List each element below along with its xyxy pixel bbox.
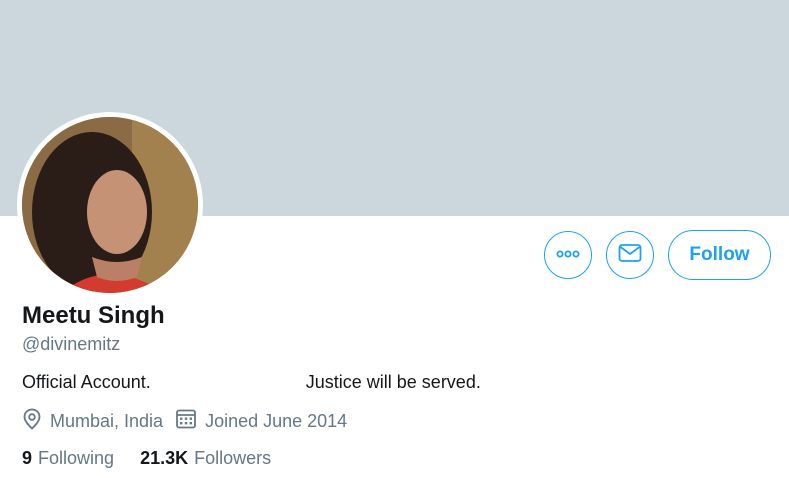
location-text: Mumbai, India: [50, 411, 164, 431]
more-icon: [556, 246, 580, 264]
profile-actions: Follow: [544, 230, 771, 280]
joined-text: Joined June 2014: [205, 411, 348, 431]
location-item: Mumbai, India: [22, 408, 163, 435]
more-button[interactable]: [544, 231, 592, 279]
profile-bio: Official Account. Justice will be served…: [22, 372, 481, 392]
following-link[interactable]: 9 Following: [22, 448, 114, 469]
calendar-icon: [175, 408, 205, 435]
profile-handle: @divinemitz: [22, 334, 121, 354]
following-count: 9: [22, 448, 33, 468]
avatar[interactable]: [17, 112, 203, 298]
profile-stats: 9 Following 21.3K Followers: [22, 448, 297, 469]
followers-count: 21.3K: [140, 448, 189, 468]
profile-name: Meetu Singh: [22, 302, 165, 329]
envelope-icon: [618, 243, 642, 268]
location-pin-icon: [22, 408, 50, 435]
joined-item: Joined June 2014: [175, 408, 347, 435]
following-label: Following: [38, 448, 115, 468]
avatar-photo: [22, 117, 198, 293]
message-button[interactable]: [606, 231, 654, 279]
profile-meta: Mumbai, India Joined June 2014: [22, 408, 359, 435]
followers-label: Followers: [194, 448, 272, 468]
followers-link[interactable]: 21.3K Followers: [140, 448, 271, 469]
follow-button[interactable]: Follow: [668, 230, 771, 280]
